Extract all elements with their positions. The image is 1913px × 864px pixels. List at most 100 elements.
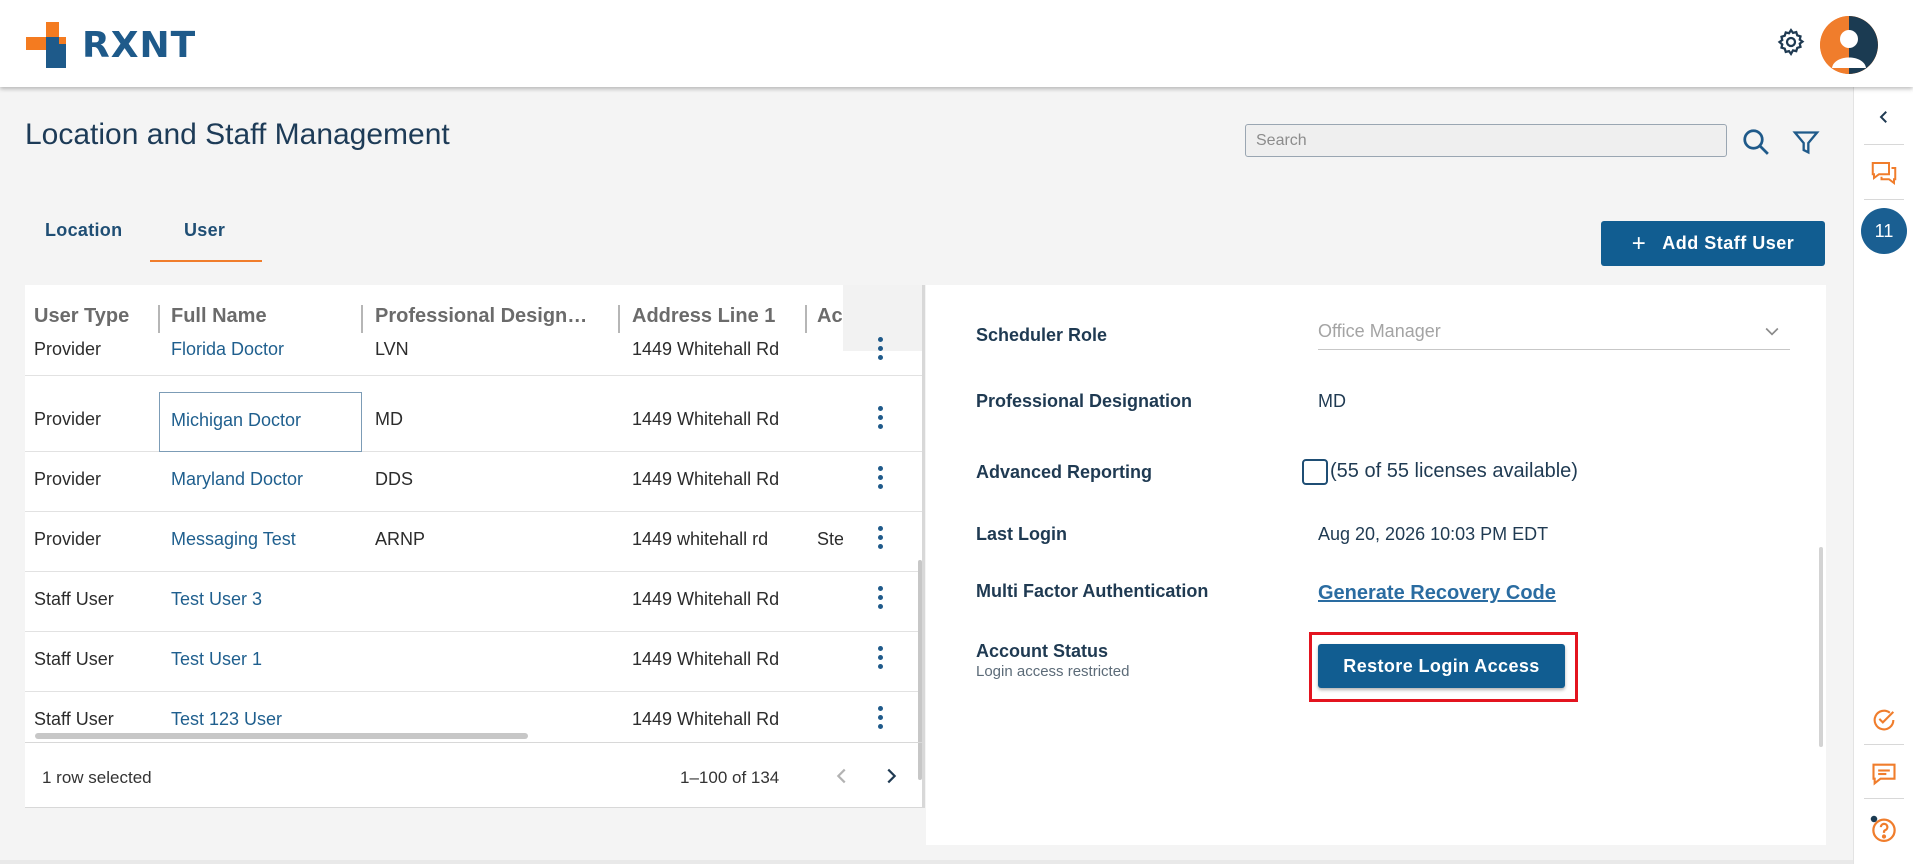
advanced-reporting-label: Advanced Reporting (976, 462, 1153, 482)
column-separator[interactable] (805, 305, 807, 333)
grid-footer: 1 row selected 1–100 of 134 (25, 742, 925, 808)
table-row[interactable]: Provider Michigan Doctor MD 1449 Whiteha… (25, 392, 925, 452)
chat-button[interactable] (1854, 155, 1913, 191)
cell-full-name[interactable]: Messaging Test (171, 529, 296, 550)
mfa-label: Multi Factor Authentication (976, 581, 1209, 601)
cell-designation: ARNP (375, 529, 426, 549)
row-more-icon[interactable] (875, 526, 885, 556)
scheduler-role-select[interactable]: Office Manager (1318, 321, 1441, 342)
cell-address: 1449 Whitehall Rd (632, 649, 780, 669)
restore-login-access-button[interactable]: Restore Login Access (1318, 644, 1565, 688)
generate-recovery-code-link[interactable]: Generate Recovery Code (1318, 582, 1556, 605)
cell-user-type: Provider (34, 409, 102, 429)
active-tab-indicator (150, 260, 262, 262)
message-icon (1872, 763, 1896, 786)
panel-divider (922, 285, 925, 808)
cell-full-name[interactable]: Michigan Doctor (159, 392, 362, 452)
cell-full-name[interactable]: Maryland Doctor (171, 469, 303, 490)
detail-vertical-scrollbar[interactable] (1819, 547, 1823, 747)
logo-text: RXNT (82, 24, 197, 66)
cell-address: 1449 Whitehall Rd (632, 409, 780, 429)
cell-address: 1449 whitehall rd (632, 529, 769, 549)
cell-designation: MD (375, 409, 403, 429)
scheduler-role-underline (1318, 349, 1790, 350)
column-separator[interactable] (361, 305, 363, 333)
table-row[interactable]: Provider Maryland Doctor DDS 1449 Whiteh… (25, 452, 925, 512)
bottom-border (0, 860, 1853, 864)
cell-user-type: Staff User (34, 649, 114, 669)
user-detail-panel: Scheduler Role Office Manager Profession… (926, 285, 1826, 845)
previous-page-icon[interactable] (831, 765, 853, 787)
professional-designation-label: Professional Designation (976, 391, 1193, 411)
filter-icon[interactable] (1791, 129, 1821, 157)
tab-user[interactable]: User (184, 220, 225, 241)
right-rail: 11 (1853, 87, 1913, 864)
cell-designation: DDS (375, 469, 414, 489)
tab-location[interactable]: Location (45, 220, 122, 241)
rail-divider (1864, 744, 1904, 745)
add-staff-user-label: Add Staff User (1662, 233, 1795, 253)
table-row[interactable]: Staff User Test User 1 1449 Whitehall Rd (25, 632, 925, 692)
rail-divider (1864, 798, 1904, 799)
cell-full-name[interactable]: Florida Doctor (171, 339, 284, 360)
tasks-button[interactable] (1854, 703, 1913, 737)
account-status-label: Account Status (976, 641, 1109, 661)
column-header-user-type[interactable]: User Type (34, 305, 174, 328)
search-input[interactable] (1245, 124, 1727, 157)
row-more-icon[interactable] (875, 706, 885, 736)
cell-address: 1449 Whitehall Rd (632, 589, 780, 609)
next-page-icon[interactable] (880, 765, 902, 787)
pagination-range: 1–100 of 134 (680, 768, 780, 787)
rail-divider (1864, 144, 1904, 145)
table-row[interactable]: Provider Messaging Test ARNP 1449 whiteh… (25, 512, 925, 572)
notifications-button[interactable]: 11 (1854, 207, 1913, 255)
cell-address-line-2: Ste (817, 529, 843, 549)
add-staff-user-button[interactable]: + Add Staff User (1601, 221, 1825, 266)
professional-designation-value: MD (1318, 391, 1346, 411)
column-separator[interactable] (158, 305, 160, 333)
collapse-rail-button[interactable] (1854, 104, 1913, 130)
rxnt-logo[interactable]: RXNT (26, 22, 196, 68)
table-row[interactable]: Staff User Test User 3 1449 Whitehall Rd (25, 572, 925, 632)
cell-designation: LVN (375, 339, 409, 359)
cell-user-type: Staff User (34, 589, 114, 609)
selected-row-count: 1 row selected (42, 768, 152, 787)
user-avatar-icon[interactable] (1820, 16, 1878, 74)
row-more-icon[interactable] (875, 406, 885, 436)
advanced-reporting-checkbox[interactable] (1302, 459, 1328, 485)
row-more-icon[interactable] (875, 466, 885, 496)
cell-address: 1449 Whitehall Rd (632, 469, 780, 489)
plus-icon: + (1631, 229, 1647, 257)
search-icon[interactable] (1741, 127, 1771, 157)
chevron-left-icon (1879, 111, 1887, 123)
cell-full-name[interactable]: Test User 1 (171, 649, 262, 670)
row-more-icon[interactable] (875, 337, 885, 367)
cell-address: 1449 Whitehall Rd (632, 339, 780, 359)
row-more-icon[interactable] (875, 586, 885, 616)
chat-bubbles-icon (1871, 162, 1897, 185)
horizontal-scrollbar[interactable] (35, 733, 528, 739)
column-header-address-line-1[interactable]: Address Line 1 (632, 305, 812, 328)
column-separator[interactable] (618, 305, 620, 333)
chevron-down-icon[interactable] (1762, 321, 1782, 341)
row-more-icon[interactable] (875, 646, 885, 676)
messages-button[interactable] (1854, 757, 1913, 791)
column-header-full-name[interactable]: Full Name (171, 305, 361, 328)
rail-divider (1864, 199, 1904, 200)
table-row[interactable]: Provider Florida Doctor LVN 1449 Whiteha… (25, 333, 925, 376)
last-login-value: Aug 20, 2026 10:03 PM EDT (1318, 524, 1549, 544)
logo-mark-icon (26, 22, 72, 68)
gear-icon[interactable] (1776, 27, 1806, 57)
cell-user-type: Provider (34, 469, 102, 489)
top-bar: RXNT (0, 0, 1913, 87)
column-header-professional-designation[interactable]: Professional Design… (375, 305, 605, 328)
cell-full-name[interactable]: Test 123 User (171, 709, 282, 730)
cell-full-name[interactable]: Test User 3 (171, 589, 262, 610)
cell-user-type: Provider (34, 339, 102, 359)
last-login-label: Last Login (976, 524, 1067, 544)
column-header-address-line-2[interactable]: Ac (817, 305, 843, 328)
help-icon (1870, 815, 1896, 842)
page-title: Location and Staff Management (25, 118, 450, 151)
help-button[interactable] (1854, 812, 1913, 846)
cell-address: 1449 Whitehall Rd (632, 709, 780, 729)
